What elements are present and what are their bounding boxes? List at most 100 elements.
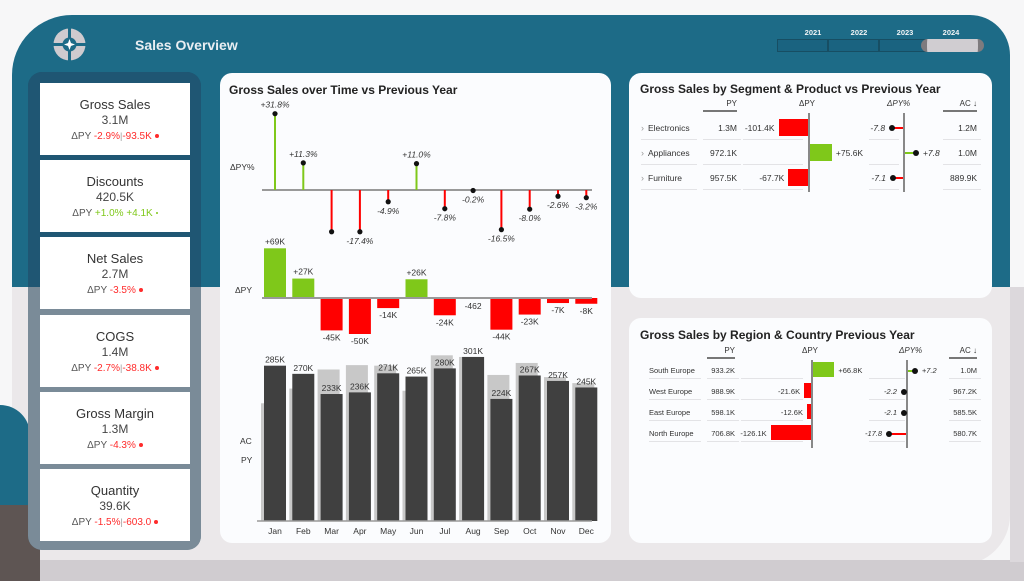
row-separator	[703, 164, 741, 165]
dpy-bar-Feb	[292, 278, 315, 298]
trend-dot-icon	[155, 212, 158, 215]
row-label: East Europe	[649, 408, 690, 417]
ac-bar-Jul	[433, 368, 456, 521]
slicer-year-2021[interactable]: 2021	[793, 28, 833, 37]
kpi-value: 2.7M	[101, 267, 129, 281]
dpy-label-Jun: +26K	[406, 267, 426, 277]
row-name: South Europe	[649, 366, 695, 375]
time-chart: ΔPY% ΔPY AC PY +31.8% +11.3% -17.4% -4.9% +11.0%…	[230, 100, 598, 536]
pct-label-Jun: +11.0%	[402, 150, 431, 160]
row-separator	[949, 441, 981, 442]
pct-marker-Nov	[555, 193, 561, 199]
py-value: 598.1K	[711, 408, 735, 417]
ac-value: 585.5K	[953, 408, 977, 417]
row-separator	[641, 164, 697, 165]
row-label[interactable]: › Electronics	[641, 123, 690, 133]
ac-bar-Sep	[490, 398, 513, 521]
kpi-delta-pct: -2.9%	[93, 131, 120, 142]
ac-value: 967.2K	[953, 387, 977, 396]
kpi-name: Net Sales	[86, 251, 144, 266]
year-slicer[interactable]: 2021 2022 2023 2024	[777, 28, 985, 52]
row-separator	[949, 399, 981, 400]
slicer-year-2023[interactable]: 2023	[885, 28, 925, 37]
pct-label-Jan: +31.8%	[260, 100, 290, 110]
ac-bar-Jun	[405, 376, 428, 521]
row-separator	[869, 139, 899, 140]
dpy-value: -101.4K	[744, 123, 775, 133]
dpy-label-Nov: -7K	[551, 305, 565, 315]
pct-marker-Sep	[498, 227, 504, 233]
py-value: 972.1K	[710, 148, 737, 158]
x-tick-Oct: Oct	[523, 526, 537, 536]
x-tick-Dec: Dec	[579, 526, 595, 536]
ac-bar-Aug	[462, 356, 485, 521]
expand-chevron-icon[interactable]: ›	[641, 173, 644, 183]
row-separator	[649, 441, 701, 442]
row-separator	[869, 399, 905, 400]
row-label: West Europe	[649, 387, 692, 396]
pct-marker-Jun	[413, 161, 420, 167]
column-header-ac[interactable]: AC ↓	[949, 346, 977, 359]
dpy-value: -67.7K	[759, 173, 785, 183]
kpi-delta: ΔPY -2.9%|-93.5K	[40, 131, 190, 142]
kpi-panel: Gross Sales 3.1M ΔPY -2.9%|-93.5K Discou…	[28, 72, 201, 550]
column-header-py: PY	[707, 346, 735, 359]
dpy-bar-Sep	[490, 298, 513, 330]
page-title: Sales Overview	[135, 37, 238, 53]
slicer-year-2024[interactable]: 2024	[931, 28, 971, 37]
dpy-pct-axis-line	[906, 360, 908, 448]
row-separator	[869, 189, 899, 190]
x-tick-Apr: Apr	[353, 526, 366, 536]
slicer-segment[interactable]	[777, 39, 828, 52]
kpi-card-quantity[interactable]: Quantity 39.6K ΔPY -1.5%|-603.0	[40, 469, 190, 541]
column-header-dpy-pct: ΔPY%	[899, 346, 923, 355]
ac-value: 1.0M	[960, 366, 977, 375]
ac-label-Jul: 280K	[435, 357, 455, 367]
dpy-label-Feb: +27K	[293, 267, 313, 277]
slicer-year-2022[interactable]: 2022	[839, 28, 879, 37]
dpy-label-Apr: -50K	[351, 336, 369, 346]
dpy-bar-Apr	[348, 298, 371, 334]
row-name: North Europe	[649, 429, 694, 438]
column-header-dpy: ΔPY	[802, 346, 819, 355]
row-separator	[741, 441, 803, 442]
kpi-delta-pct: -4.3%	[109, 440, 136, 451]
row-label[interactable]: › Furniture	[641, 173, 682, 183]
row-separator	[703, 139, 741, 140]
ac-label-Nov: 257K	[548, 370, 568, 380]
ac-value: 1.0M	[958, 148, 977, 158]
kpi-card-gross-margin[interactable]: Gross Margin 1.3M ΔPY -4.3%	[40, 392, 190, 464]
trend-dot-icon	[138, 443, 143, 448]
segment-table-card: Gross Sales by Segment & Product vs Prev…	[629, 73, 992, 298]
row-separator	[943, 164, 981, 165]
kpi-card-net-sales[interactable]: Net Sales 2.7M ΔPY -3.5%	[40, 237, 190, 309]
pct-marker-Oct	[527, 206, 533, 212]
kpi-card-gross-sales[interactable]: Gross Sales 3.1M ΔPY -2.9%|-93.5K	[40, 83, 190, 155]
row-label[interactable]: › Appliances	[641, 148, 690, 158]
py-value: 957.5K	[710, 173, 737, 183]
row-separator	[707, 441, 739, 442]
kpi-card-discounts[interactable]: Discounts 420.5K ΔPY +1.0% +4.1K	[40, 160, 190, 232]
ac-bar-Feb	[292, 373, 315, 521]
kpi-card-cogs[interactable]: COGS 1.4M ΔPY -2.7%|-38.8K	[40, 315, 190, 387]
column-header-py: PY	[703, 99, 737, 112]
trend-dot-icon	[154, 520, 159, 525]
row-separator	[743, 164, 803, 165]
expand-chevron-icon[interactable]: ›	[641, 148, 644, 158]
row-label: North Europe	[649, 429, 694, 438]
dpy-bar	[810, 144, 832, 161]
kpi-delta-label: ΔPY	[71, 131, 92, 142]
kpi-value: 420.5K	[95, 190, 135, 204]
pct-label-Aug: -0.2%	[462, 194, 485, 204]
kpi-name: Gross Margin	[75, 406, 155, 421]
slicer-segment[interactable]	[828, 39, 879, 52]
region-table-title: Gross Sales by Region & Country Previous…	[640, 328, 915, 342]
row-label: South Europe	[649, 366, 695, 375]
dpy-value: +75.6K	[835, 148, 864, 158]
slicer-selected-handle[interactable]	[921, 39, 984, 52]
slicer-track[interactable]	[777, 39, 985, 52]
column-header-ac[interactable]: AC ↓	[943, 99, 977, 112]
expand-chevron-icon[interactable]: ›	[641, 123, 644, 133]
ac-label-Oct: 267K	[520, 364, 540, 374]
x-tick-Aug: Aug	[466, 526, 481, 536]
